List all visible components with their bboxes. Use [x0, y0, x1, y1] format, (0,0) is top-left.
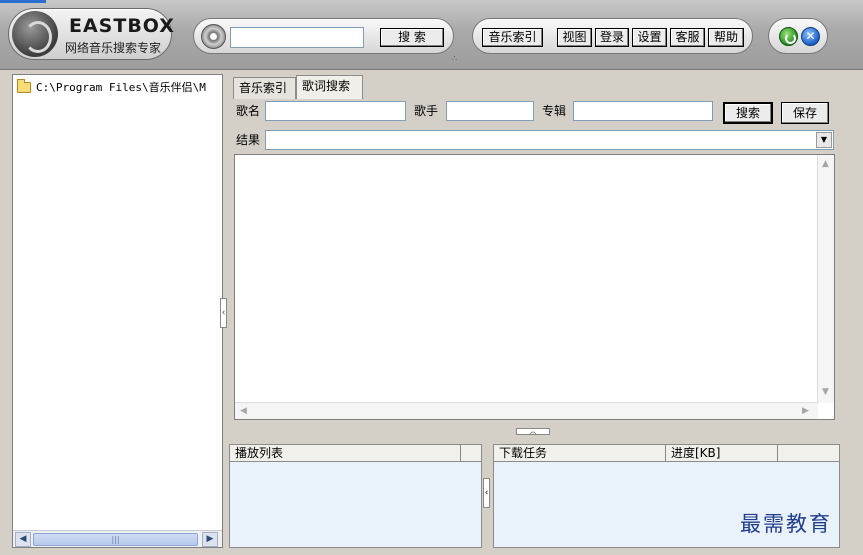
settings-button[interactable]: 设置	[632, 28, 667, 47]
folder-tree-pane: C:\Program Files\音乐伴侣\M ◀ ||| ▶	[12, 74, 223, 548]
lyrics-horizontal-scrollbar[interactable]: ◀ ▶	[235, 402, 818, 419]
folder-path: C:\Program Files\音乐伴侣\M	[36, 81, 206, 94]
tab-lyrics-search[interactable]: 歌词搜索	[296, 75, 363, 99]
headphone-head-icon	[12, 11, 58, 57]
artist-label: 歌手	[414, 104, 439, 118]
scroll-left-icon[interactable]: ◀	[240, 406, 247, 416]
watermark-text: 最需教育	[740, 512, 832, 536]
save-button[interactable]: 保存	[781, 102, 829, 124]
scroll-right-icon[interactable]: ▶	[202, 532, 218, 547]
view-button[interactable]: 视图	[557, 28, 592, 47]
lyrics-vertical-scrollbar[interactable]: ▲ ▼	[817, 155, 834, 403]
result-label: 结果	[236, 133, 261, 147]
minimize-icon[interactable]	[779, 27, 798, 46]
song-name-field[interactable]	[265, 101, 406, 121]
artist-field[interactable]	[446, 101, 534, 121]
playlist-column-header[interactable]: 播放列表	[230, 445, 461, 461]
download-header: 下载任务 进度[KB]	[494, 445, 839, 462]
login-button[interactable]: 登录	[595, 28, 629, 47]
progress-column[interactable]: 进度[KB]	[666, 445, 778, 461]
resize-grip-icon: ∴	[452, 54, 459, 63]
download-task-column[interactable]: 下载任务	[494, 445, 666, 461]
support-button[interactable]: 客服	[670, 28, 705, 47]
bottom-pane-splitter[interactable]: ︿	[516, 428, 550, 435]
folder-tree-item[interactable]: C:\Program Files\音乐伴侣\M	[17, 78, 218, 95]
top-search-button[interactable]: 搜 索	[380, 28, 444, 47]
scroll-right-icon[interactable]: ▶	[802, 406, 809, 416]
result-dropdown[interactable]: ▼	[265, 130, 834, 150]
scroll-down-icon[interactable]: ▼	[822, 387, 829, 397]
lyrics-text-area[interactable]: ▲ ▼ ◀ ▶	[234, 154, 835, 420]
bottom-vertical-splitter[interactable]: ‹	[483, 478, 490, 508]
title-accent	[0, 0, 46, 3]
scroll-thumb[interactable]: |||	[33, 533, 198, 546]
lyrics-search-button[interactable]: 搜索	[723, 102, 773, 124]
music-index-button[interactable]: 音乐索引	[482, 28, 543, 47]
help-button[interactable]: 帮助	[708, 28, 744, 47]
left-pane-splitter[interactable]: ‹	[220, 298, 227, 328]
top-search-input[interactable]	[230, 27, 364, 48]
tab-music-index[interactable]: 音乐索引	[233, 77, 296, 99]
folder-horizontal-scrollbar[interactable]: ◀ ||| ▶	[13, 530, 222, 547]
scroll-up-icon[interactable]: ▲	[822, 159, 829, 169]
folder-icon	[17, 78, 31, 93]
window-controls: ✕	[768, 18, 828, 54]
top-search-bar: 搜 索	[193, 18, 454, 54]
song-label: 歌名	[236, 104, 261, 118]
album-field[interactable]	[573, 101, 713, 121]
scroll-left-icon[interactable]: ◀	[15, 532, 31, 547]
chevron-down-icon[interactable]: ▼	[816, 132, 832, 148]
nav-menu: 音乐索引 视图 登录 设置 客服 帮助	[472, 18, 753, 54]
close-icon[interactable]: ✕	[801, 27, 820, 46]
brand-name: EASTBOX	[69, 15, 175, 37]
top-toolbar: EASTBOX 网络音乐搜索专家 搜 索 音乐索引 视图 登录 设置 客服 帮助…	[0, 0, 863, 70]
cd-disc-icon	[201, 24, 226, 49]
app-logo: EASTBOX 网络音乐搜索专家	[8, 8, 175, 60]
playlist-panel: 播放列表	[229, 444, 482, 548]
playlist-header: 播放列表	[230, 445, 481, 462]
album-label: 专辑	[542, 104, 567, 118]
brand-subtitle: 网络音乐搜索专家	[65, 41, 162, 55]
